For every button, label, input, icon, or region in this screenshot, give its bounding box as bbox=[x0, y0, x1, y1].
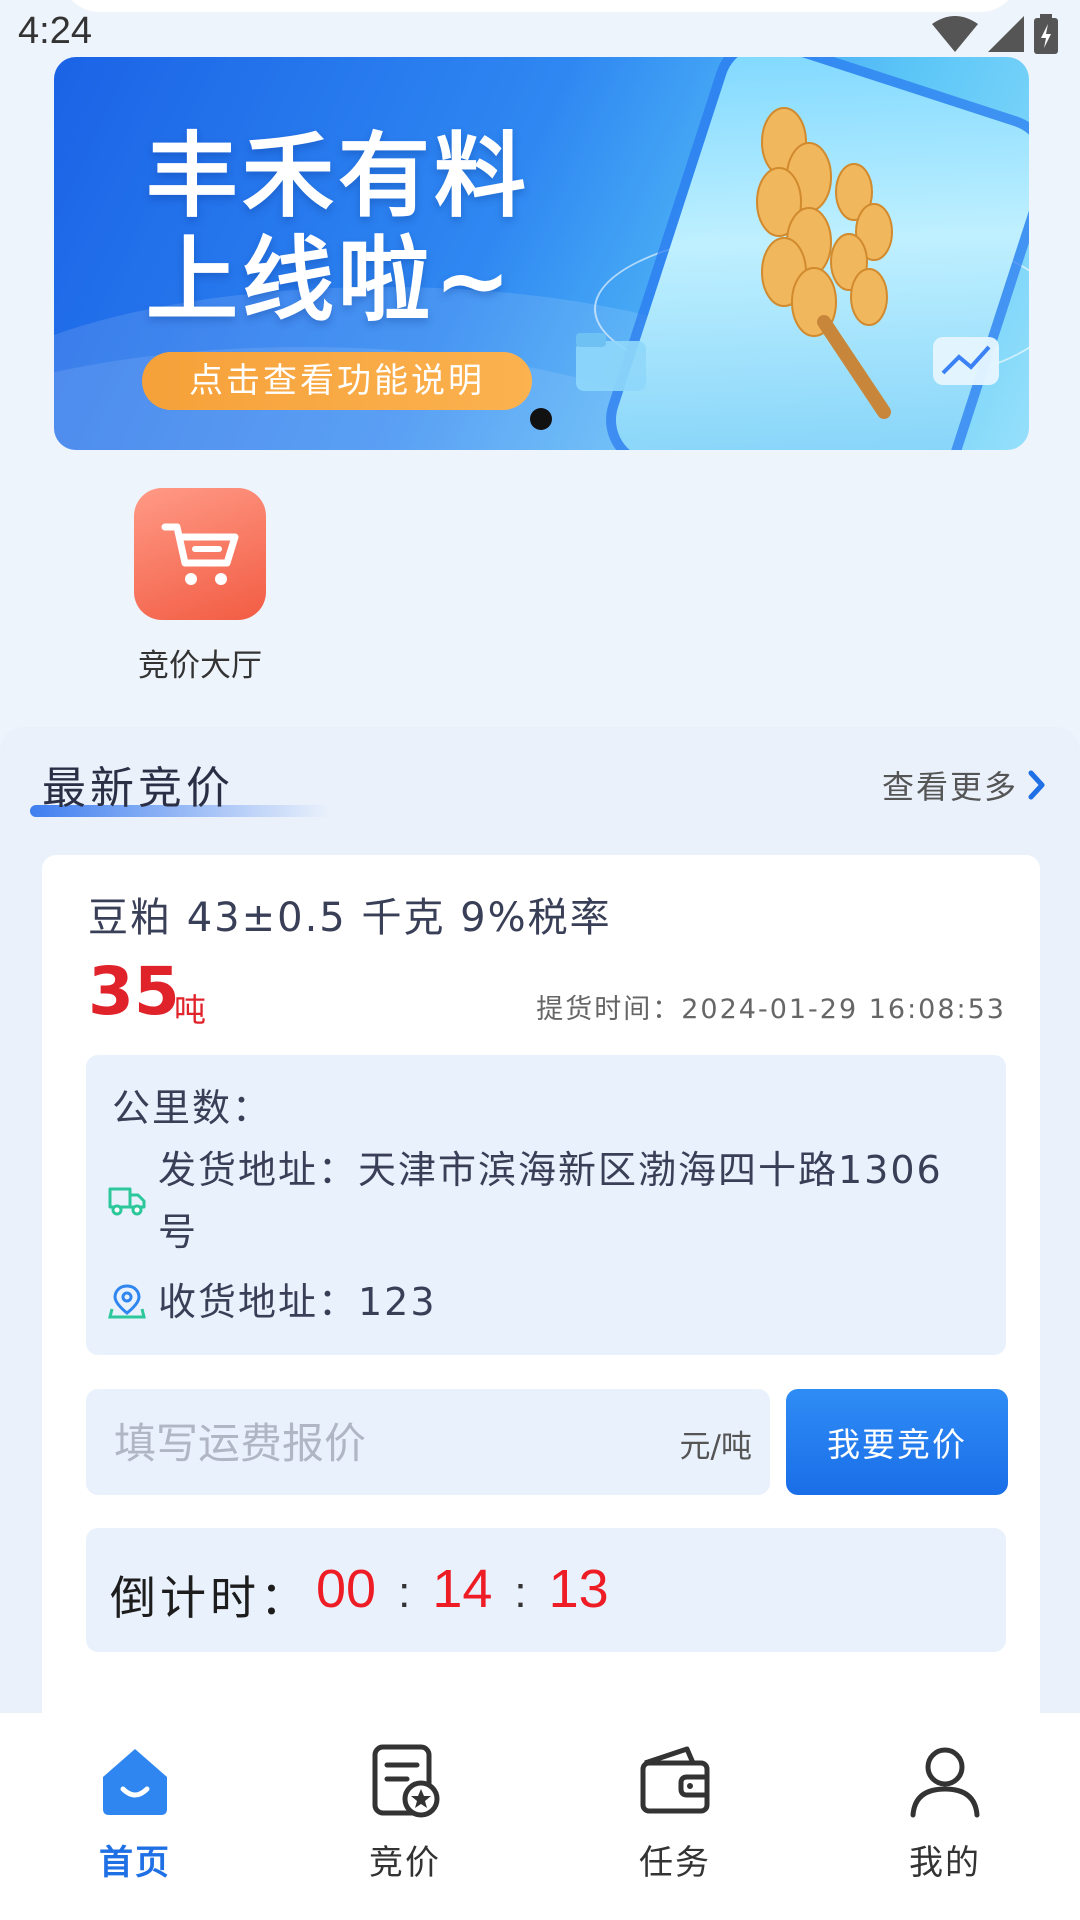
freight-quote-field[interactable]: 元/吨 bbox=[86, 1389, 770, 1497]
route-info-box: 公里数： 发货地址：天津市滨海新区渤海四十路1306 号 收货地址：123 bbox=[86, 1055, 1006, 1355]
feature-info-button[interactable]: 点击查看功能说明 bbox=[142, 352, 532, 410]
tab-mine-label: 我的 bbox=[909, 1843, 981, 1883]
view-more-link[interactable]: 查看更多 bbox=[882, 762, 1046, 808]
countdown-hours: 00 bbox=[316, 1559, 377, 1619]
bid-title: 豆粕 43±0.5 千克 9%税率 bbox=[88, 895, 612, 941]
bid-card[interactable]: 豆粕 43±0.5 千克 9%税率 35 吨 提货时间：2024-01-29 1… bbox=[42, 855, 1040, 1755]
bottom-tab-bar: 首页 竞价 任务 我的 bbox=[0, 1713, 1080, 1920]
place-bid-button[interactable]: 我要竞价 bbox=[786, 1389, 1008, 1495]
battery-icon bbox=[1034, 14, 1058, 54]
home-icon bbox=[103, 1749, 167, 1815]
status-icons bbox=[932, 14, 1058, 54]
truck-icon bbox=[108, 1187, 146, 1216]
freight-quote-input[interactable] bbox=[112, 1389, 636, 1497]
carousel-indicator[interactable] bbox=[530, 408, 552, 430]
section-title: 最新竞价 bbox=[42, 763, 234, 814]
pickup-time: 提货时间：2024-01-29 16:08:53 bbox=[536, 994, 1006, 1025]
chart-bubble-illustration bbox=[933, 337, 999, 385]
ship-address-line1: 发货地址：天津市滨海新区渤海四十路1306 bbox=[158, 1148, 943, 1192]
ship-address: 发货地址：天津市滨海新区渤海四十路1306 号 bbox=[158, 1139, 943, 1263]
distance-label: 公里数： bbox=[112, 1086, 273, 1130]
price-unit: 元/吨 bbox=[679, 1429, 752, 1465]
tab-task-label: 任务 bbox=[639, 1843, 711, 1883]
countdown-box: 倒计时： 00:14:13 bbox=[86, 1528, 1006, 1652]
tab-home[interactable]: 首页 bbox=[35, 1743, 235, 1884]
countdown-timer: 00:14:13 bbox=[316, 1558, 609, 1620]
ship-address-line2: 号 bbox=[158, 1210, 199, 1254]
countdown-label: 倒计时： bbox=[110, 1571, 310, 1625]
shopping-cart-icon bbox=[161, 523, 239, 585]
bidding-hall-label: 竞价大厅 bbox=[138, 648, 262, 684]
chevron-right-icon bbox=[1028, 770, 1045, 800]
wallet-icon bbox=[640, 1746, 710, 1814]
tab-bid-label: 竞价 bbox=[369, 1843, 441, 1883]
countdown-minutes: 14 bbox=[432, 1559, 493, 1619]
wifi-icon bbox=[932, 16, 978, 52]
bid-quantity: 35 bbox=[88, 953, 180, 1030]
status-bar: 4:24 bbox=[0, 0, 1080, 60]
promo-banner[interactable]: 丰禾有料 上线啦~ 点击查看功能说明 bbox=[54, 57, 1029, 450]
signal-icon bbox=[988, 16, 1024, 52]
receive-address: 收货地址：123 bbox=[158, 1280, 437, 1324]
banner-title-line1: 丰禾有料 bbox=[146, 123, 531, 230]
view-more-label: 查看更多 bbox=[881, 768, 1018, 806]
location-pin-icon bbox=[108, 1284, 146, 1319]
countdown-separator: : bbox=[398, 1568, 411, 1617]
banner-title: 丰禾有料 上线啦~ bbox=[146, 125, 530, 333]
status-time: 4:24 bbox=[18, 10, 92, 52]
notch-bar bbox=[60, 0, 1020, 12]
tab-home-label: 首页 bbox=[99, 1843, 171, 1883]
tab-mine[interactable]: 我的 bbox=[845, 1743, 1045, 1884]
tab-bid[interactable]: 竞价 bbox=[305, 1743, 505, 1884]
tab-task[interactable]: 任务 bbox=[575, 1743, 775, 1884]
quick-entry-bidding-hall[interactable]: 竞价大厅 bbox=[130, 488, 270, 685]
bid-document-icon bbox=[372, 1744, 440, 1818]
bid-quantity-unit: 吨 bbox=[174, 991, 207, 1029]
countdown-separator: : bbox=[514, 1568, 527, 1617]
bidding-hall-icon-tile bbox=[134, 488, 266, 620]
folder-illustration bbox=[576, 333, 646, 391]
banner-title-line2: 上线啦~ bbox=[146, 227, 516, 334]
countdown-seconds: 13 bbox=[548, 1559, 609, 1619]
wheat-illustration bbox=[756, 107, 893, 419]
user-icon bbox=[910, 1747, 980, 1818]
